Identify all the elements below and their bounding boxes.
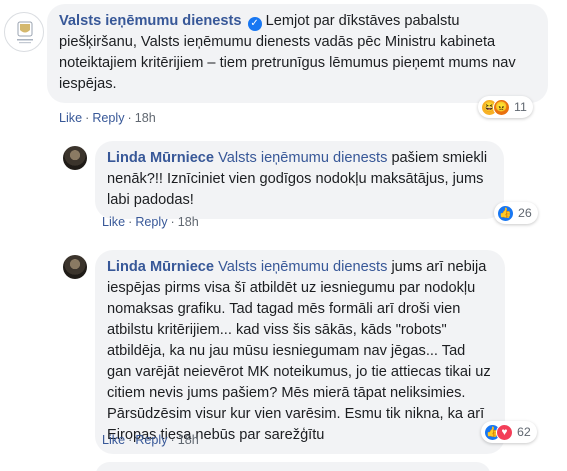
reply-link[interactable]: Reply <box>92 111 124 125</box>
comment-time[interactable]: 18h <box>178 215 199 229</box>
reaction-summary[interactable]: 👍 ♥ 62 <box>481 421 537 443</box>
user-avatar[interactable] <box>63 255 87 279</box>
reply-link[interactable]: Reply <box>135 215 167 229</box>
user-avatar[interactable] <box>63 146 87 170</box>
comment-actions: Like · Reply · 18h <box>102 215 199 229</box>
comment-time[interactable]: 18h <box>178 433 199 447</box>
reaction-summary[interactable]: 👍 26 <box>494 202 538 224</box>
like-link[interactable]: Like <box>59 111 82 125</box>
comment-bubble: Linda Mūrniece Valsts ieņēmumu dienests … <box>95 250 505 454</box>
verified-badge-icon: ✓ <box>247 17 262 31</box>
comment-author[interactable]: Valsts ieņēmumu dienests <box>59 13 242 29</box>
like-link[interactable]: Like <box>102 433 125 447</box>
separator-dot: · <box>85 111 90 125</box>
reaction-summary[interactable]: 😆 😠 11 <box>478 96 533 118</box>
comment-bubble: Valsts ieņēmumu dienests ✓ Lemjot par dī… <box>47 4 548 103</box>
next-comment-bubble <box>95 462 491 471</box>
separator-dot: · <box>128 215 133 229</box>
separator-dot: · <box>170 215 175 229</box>
mention-link[interactable]: Valsts ieņēmumu dienests <box>218 259 387 275</box>
comment-text: jums arī nebija iespējas pirms visa šī a… <box>107 259 491 443</box>
comment-bubble: Linda Mūrniece Valsts ieņēmumu dienests … <box>95 141 504 219</box>
like-link[interactable]: Like <box>102 215 125 229</box>
org-avatar[interactable] <box>4 12 44 52</box>
comment-actions: Like · Reply · 18h <box>102 433 199 447</box>
comment-time[interactable]: 18h <box>135 111 156 125</box>
comment-author[interactable]: Linda Mūrniece <box>107 150 214 166</box>
reaction-count: 26 <box>518 206 532 220</box>
coat-of-arms-icon <box>17 21 33 44</box>
comment-actions: Like · Reply · 18h <box>59 111 156 125</box>
separator-dot: · <box>127 111 132 125</box>
like-icon: 👍 <box>497 204 514 222</box>
mention-link[interactable]: Valsts ieņēmumu dienests <box>218 150 387 166</box>
angry-icon: 😠 <box>493 98 510 116</box>
separator-dot: · <box>128 433 133 447</box>
reaction-count: 11 <box>514 100 527 114</box>
reply-link[interactable]: Reply <box>135 433 167 447</box>
love-icon: ♥ <box>496 423 513 441</box>
reaction-count: 62 <box>517 425 531 439</box>
separator-dot: · <box>170 433 175 447</box>
comment-author[interactable]: Linda Mūrniece <box>107 259 214 275</box>
